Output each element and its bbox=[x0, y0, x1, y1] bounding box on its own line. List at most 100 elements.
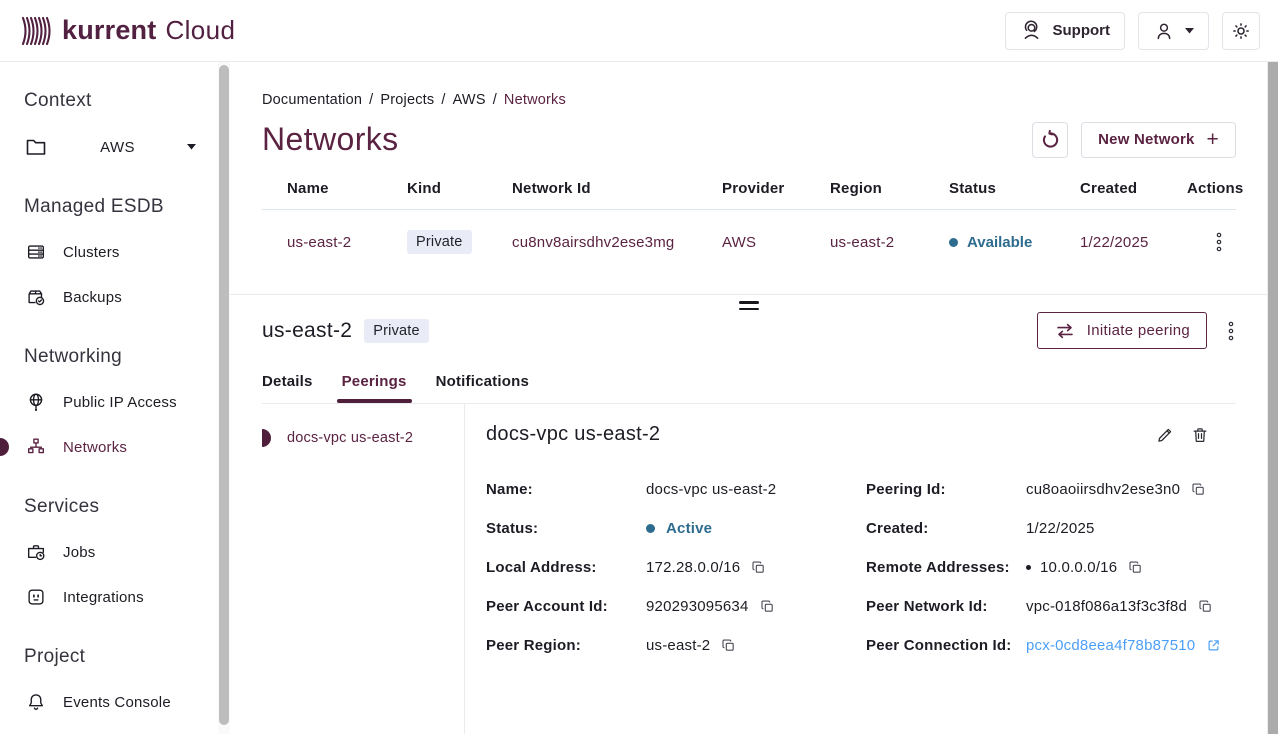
breadcrumb-separator: / bbox=[369, 92, 373, 108]
breadcrumb-separator: / bbox=[441, 92, 445, 108]
field-value: 172.28.0.0/16 bbox=[646, 559, 740, 576]
sidebar: Context AWS Managed ESDB bbox=[0, 62, 218, 734]
sidebar-item-clusters[interactable]: Clusters bbox=[24, 241, 218, 263]
col-network-id: Network Id bbox=[512, 180, 722, 197]
status-label: Active bbox=[666, 520, 712, 537]
sidebar-item-jobs[interactable]: Jobs bbox=[24, 541, 218, 563]
sun-icon bbox=[1230, 20, 1252, 42]
new-network-button[interactable]: New Network + bbox=[1081, 122, 1236, 158]
table-header-row: Name Kind Network Id Provider Region Sta… bbox=[262, 180, 1236, 210]
theme-toggle-button[interactable] bbox=[1222, 12, 1260, 50]
kind-badge: Private bbox=[407, 230, 472, 254]
peering-list-item[interactable]: docs-vpc us-east-2 bbox=[262, 429, 464, 447]
col-provider: Provider bbox=[722, 180, 830, 197]
logo-suffix-text: Cloud bbox=[165, 15, 235, 46]
sidebar-scrollbar-thumb[interactable] bbox=[219, 65, 229, 725]
field-label: Peer Network Id: bbox=[866, 598, 1026, 615]
copy-icon[interactable] bbox=[760, 599, 775, 614]
integrations-icon bbox=[24, 586, 48, 608]
sidebar-item-label: Events Console bbox=[63, 694, 171, 711]
page-scrollbar-thumb[interactable] bbox=[1268, 62, 1278, 734]
chevron-down-icon bbox=[187, 144, 196, 150]
active-marker bbox=[0, 438, 9, 456]
initiate-peering-label: Initiate peering bbox=[1087, 322, 1190, 339]
detail-kind-badge: Private bbox=[364, 319, 429, 343]
tab-peerings[interactable]: Peerings bbox=[342, 373, 407, 403]
field-value: us-east-2 bbox=[646, 637, 710, 654]
copy-icon[interactable] bbox=[751, 560, 766, 575]
field-created: Created: 1/22/2025 bbox=[866, 519, 1236, 537]
support-button[interactable]: Support bbox=[1005, 12, 1126, 50]
sidebar-item-label: Backups bbox=[63, 289, 122, 306]
peering-list-item-label: docs-vpc us-east-2 bbox=[287, 430, 413, 446]
user-menu-button[interactable] bbox=[1138, 12, 1209, 50]
sidebar-heading-networking: Networking bbox=[24, 346, 218, 368]
chevron-down-icon bbox=[1185, 28, 1194, 34]
sidebar-item-public-ip-access[interactable]: Public IP Access bbox=[24, 391, 218, 413]
context-selector[interactable]: AWS bbox=[24, 136, 196, 158]
breadcrumb-item-documentation[interactable]: Documentation bbox=[262, 92, 362, 108]
kurrent-logo[interactable]: kurrent Cloud bbox=[20, 15, 235, 46]
field-label: Peer Account Id: bbox=[486, 598, 646, 615]
row-actions-kebab[interactable] bbox=[1214, 230, 1224, 254]
tab-details[interactable]: Details bbox=[262, 373, 313, 403]
clusters-icon bbox=[24, 241, 48, 263]
breadcrumb-item-projects[interactable]: Projects bbox=[380, 92, 434, 108]
status-label: Available bbox=[967, 234, 1032, 251]
col-region: Region bbox=[830, 180, 949, 197]
bell-icon bbox=[24, 691, 48, 713]
detail-actions-kebab[interactable] bbox=[1226, 319, 1236, 343]
kurrent-wave-icon bbox=[20, 16, 53, 46]
swap-arrows-icon bbox=[1054, 322, 1076, 340]
sidebar-item-backups[interactable]: Backups bbox=[24, 286, 218, 308]
copy-icon[interactable] bbox=[1128, 560, 1143, 575]
cell-provider: AWS bbox=[722, 234, 830, 251]
table-row[interactable]: us-east-2 Private cu8nv8airsdhv2ese3mg A… bbox=[262, 210, 1236, 278]
sidebar-heading-project: Project bbox=[24, 646, 218, 668]
cell-name: us-east-2 bbox=[287, 234, 407, 251]
edit-pencil-icon[interactable] bbox=[1155, 425, 1175, 445]
field-label: Status: bbox=[486, 520, 646, 537]
sidebar-heading-services: Services bbox=[24, 496, 218, 518]
field-label: Peer Region: bbox=[486, 637, 646, 654]
refresh-icon bbox=[1040, 130, 1060, 150]
detail-tabs: Details Peerings Notifications bbox=[262, 373, 1236, 404]
delete-trash-icon[interactable] bbox=[1190, 425, 1210, 445]
page-scrollbar[interactable] bbox=[1267, 62, 1278, 734]
copy-icon[interactable] bbox=[1191, 482, 1206, 497]
sidebar-item-networks[interactable]: Networks bbox=[24, 436, 218, 458]
sidebar-item-events-console[interactable]: Events Console bbox=[24, 691, 218, 713]
initiate-peering-button[interactable]: Initiate peering bbox=[1037, 312, 1207, 349]
jobs-icon bbox=[24, 541, 48, 563]
field-peer-region: Peer Region: us-east-2 bbox=[486, 636, 866, 654]
sidebar-item-integrations[interactable]: Integrations bbox=[24, 586, 218, 608]
public-ip-icon bbox=[24, 391, 48, 413]
breadcrumb-item-aws[interactable]: AWS bbox=[453, 92, 486, 108]
sidebar-heading-managed-esdb: Managed ESDB bbox=[24, 196, 218, 218]
peering-detail: docs-vpc us-east-2 bbox=[465, 404, 1236, 734]
field-peering-id: Peering Id: cu8oaoiirsdhv2ese3n0 bbox=[866, 480, 1236, 498]
sidebar-item-label: Clusters bbox=[63, 244, 120, 261]
copy-icon[interactable] bbox=[721, 638, 736, 653]
field-value: 1/22/2025 bbox=[1026, 520, 1095, 537]
tab-notifications[interactable]: Notifications bbox=[436, 373, 529, 403]
peer-connection-link[interactable]: pcx-0cd8eea4f78b87510 bbox=[1026, 637, 1221, 654]
list-bullet bbox=[1026, 565, 1031, 570]
cell-region: us-east-2 bbox=[830, 234, 949, 251]
field-peer-connection-id: Peer Connection Id: pcx-0cd8eea4f78b8751… bbox=[866, 636, 1236, 654]
sidebar-heading-context: Context bbox=[24, 90, 218, 112]
field-remote-addresses: Remote Addresses: 10.0.0.0/16 bbox=[866, 558, 1236, 576]
field-label: Peer Connection Id: bbox=[866, 637, 1026, 654]
copy-icon[interactable] bbox=[1198, 599, 1213, 614]
folder-icon bbox=[24, 136, 48, 158]
context-value: AWS bbox=[48, 139, 187, 156]
col-kind: Kind bbox=[407, 180, 512, 197]
support-headset-icon bbox=[1020, 19, 1043, 42]
selected-peering-marker bbox=[262, 429, 271, 447]
status-dot bbox=[949, 238, 958, 247]
cell-created: 1/22/2025 bbox=[1080, 234, 1187, 251]
detail-title: us-east-2 bbox=[262, 319, 352, 343]
sidebar-scrollbar[interactable] bbox=[218, 62, 230, 734]
panel-resize-handle[interactable] bbox=[739, 301, 759, 310]
refresh-button[interactable] bbox=[1032, 122, 1068, 158]
